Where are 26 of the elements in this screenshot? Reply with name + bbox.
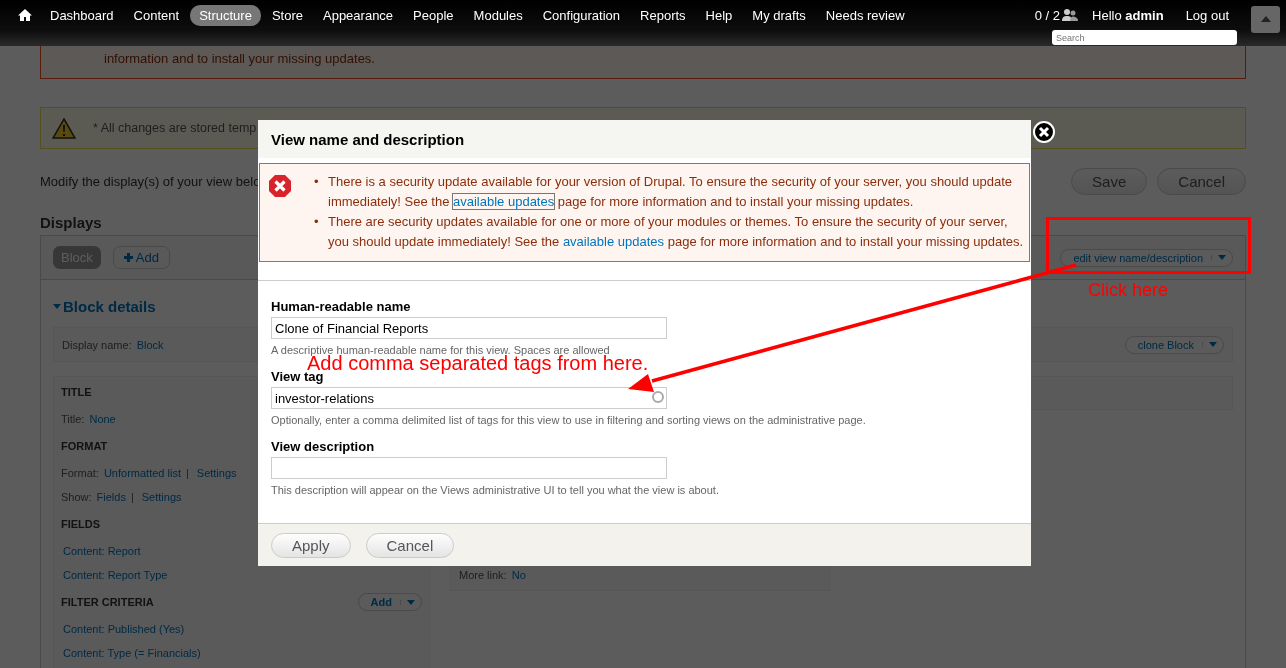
separator: | — [130, 491, 134, 503]
annotation-text: Click here — [1088, 280, 1169, 301]
error-message: There is a security update available for your version of Drupal. To ensure the security of your server, you should update immediately! See the available updates page for more information and to install your missing updates. — [328, 173, 1014, 211]
field-label: Title: — [61, 413, 85, 425]
separator: | — [185, 467, 189, 479]
bullet: • — [314, 213, 320, 231]
section-title: FILTER CRITERIA — [61, 596, 154, 608]
section-title: TITLE — [61, 386, 92, 398]
error-message: There are security updates available for one or more of your modules or themes. To ensure the security of your server, you should update immediately! See the available updates page for more information and to install your missing updates. — [328, 213, 1025, 251]
displays-heading: Displays — [40, 214, 102, 231]
field-label: Display name: — [62, 338, 132, 351]
warning-text: * All changes are stored temp — [93, 121, 257, 135]
field-label: View description — [271, 439, 376, 454]
user-counter: 0 / 2 — [1034, 7, 1061, 23]
bullet: • — [314, 173, 320, 191]
field-label: Format: — [61, 467, 99, 479]
field-label: Human-readable name — [271, 299, 412, 314]
help-text: Optionally, enter a comma delimited list of tags for this view to use in filtering and sorting views on the administrative page. — [271, 414, 867, 426]
field-label: View tag — [271, 369, 324, 384]
section-title: FIELDS — [61, 518, 101, 530]
section-title: FORMAT — [61, 440, 108, 452]
dialog-title: View name and description — [258, 120, 1031, 158]
help-text: This description will appear on the Views administrative UI to tell you what the view is about. — [271, 484, 720, 496]
greeting: Hello admin — [1092, 7, 1164, 23]
field-label: Show: — [61, 491, 92, 503]
field-label: More link: — [459, 569, 507, 581]
